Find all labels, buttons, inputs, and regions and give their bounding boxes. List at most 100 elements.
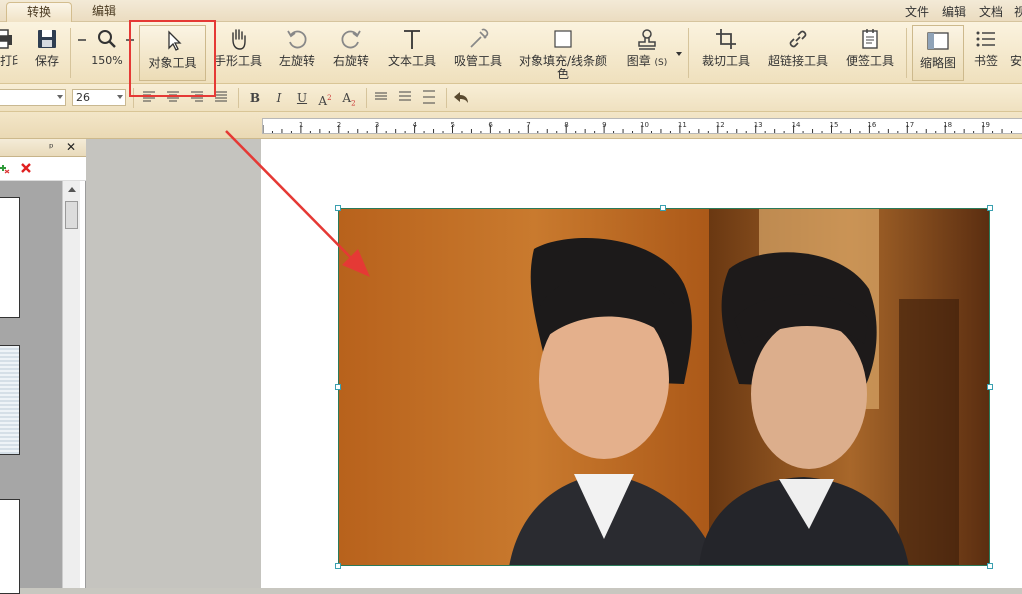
page-thumbnail[interactable]: [0, 197, 20, 318]
toolbar-separator: [366, 88, 367, 108]
superscript-mark: 2: [327, 94, 332, 102]
pin-icon[interactable]: ᵖ: [49, 141, 54, 154]
hand-tool-button[interactable]: 手形工具: [212, 22, 264, 84]
paragraph-spacing-button[interactable]: [396, 90, 414, 106]
indent-button[interactable]: [420, 90, 438, 106]
tab-bar: 转换 编辑 文件 编辑 文档 视: [0, 0, 1022, 22]
selected-image-object[interactable]: [338, 208, 990, 566]
chevron-down-icon: [117, 95, 123, 99]
text-tool-button[interactable]: 文本工具: [384, 22, 440, 84]
underline-button[interactable]: U: [293, 90, 311, 106]
line-spacing-button[interactable]: [372, 90, 390, 106]
bookmarks-icon: [973, 26, 999, 52]
lines-icon: [399, 91, 411, 101]
stamp-button[interactable]: 图章 (S): [620, 22, 674, 84]
undo-arrow-icon: [454, 92, 468, 103]
menu-document[interactable]: 文档: [979, 3, 1003, 20]
stamp-icon: [634, 26, 660, 52]
font-family-select[interactable]: [0, 89, 66, 106]
link-icon: [785, 26, 811, 52]
menu-view[interactable]: 视: [1014, 3, 1022, 20]
resize-handle-bottom-right[interactable]: [987, 563, 993, 569]
crop-icon: [713, 26, 739, 52]
print-label: 打印: [0, 55, 18, 67]
ruler-label: 7: [526, 121, 530, 129]
ruler-label: 12: [716, 121, 725, 129]
lines-icon: [423, 90, 435, 104]
close-icon[interactable]: ✕: [66, 140, 76, 154]
fill-square-icon: [550, 26, 576, 52]
toolbar-separator: [70, 28, 71, 78]
ruler-label: 18: [943, 121, 952, 129]
menu-file[interactable]: 文件: [905, 3, 929, 20]
vertical-scrollbar[interactable]: [62, 181, 80, 588]
toolbar-separator: [906, 28, 907, 78]
page-thumbnail[interactable]: [0, 499, 20, 594]
justify-icon: [215, 91, 227, 102]
minus-icon: [76, 26, 88, 52]
add-page-icon[interactable]: [0, 162, 10, 174]
italic-button[interactable]: I: [270, 90, 288, 106]
toolbar-separator: [688, 28, 689, 78]
rotate-left-button[interactable]: 左旋转: [274, 22, 320, 84]
chevron-down-icon: [676, 52, 682, 56]
printer-icon: [0, 26, 16, 52]
rotate-right-label: 右旋转: [332, 54, 369, 68]
resize-handle-top[interactable]: [660, 205, 666, 211]
toolbar-separator: [446, 88, 447, 108]
crop-tool-button[interactable]: 裁切工具: [698, 22, 754, 84]
save-icon: [34, 26, 60, 52]
delete-page-icon[interactable]: [20, 162, 32, 174]
panel-toolbar: [0, 157, 86, 181]
stamp-dropdown[interactable]: [674, 22, 684, 84]
portrait-photo: [339, 209, 989, 565]
highlight-box: [129, 20, 216, 97]
zoom-out-button[interactable]: [76, 22, 88, 84]
menu-edit[interactable]: 编辑: [942, 3, 966, 20]
stamp-label: 图章 (S): [620, 55, 674, 69]
zoom-level: 150%: [91, 54, 123, 67]
hyperlink-tool-label: 超链接工具: [767, 54, 828, 68]
save-button[interactable]: 保存: [30, 22, 64, 84]
hyperlink-tool-button[interactable]: 超链接工具: [764, 22, 832, 84]
ruler-label: 8: [564, 121, 568, 129]
resize-handle-left[interactable]: [335, 384, 341, 390]
thumbnails-button[interactable]: 缩略图: [912, 25, 964, 81]
tab-edit[interactable]: 编辑: [80, 2, 128, 22]
toolbar-separator: [238, 88, 239, 108]
thumbnails-icon: [925, 28, 951, 54]
page-thumbnail[interactable]: [0, 345, 20, 455]
undo-button[interactable]: [452, 90, 470, 106]
ruler-row: 1 2 3 4 5 6 7 8 9 10 11 12 13 14 15 16 17 18 19: [0, 112, 1022, 139]
fill-color-button[interactable]: 对象填充/线条颜色: [514, 22, 612, 84]
resize-handle-top-right[interactable]: [987, 205, 993, 211]
superscript-button[interactable]: A2: [316, 90, 334, 108]
thumbnails-label: 缩略图: [919, 56, 956, 70]
subscript-button[interactable]: A2: [340, 90, 358, 107]
text-icon: [399, 26, 425, 52]
note-icon: [857, 26, 883, 52]
scroll-up-icon[interactable]: [68, 187, 76, 192]
resize-handle-right[interactable]: [987, 384, 993, 390]
tab-convert[interactable]: 转换: [6, 2, 72, 22]
scrollbar-thumb[interactable]: [65, 201, 78, 229]
note-tool-label: 便签工具: [845, 54, 894, 68]
ruler-label: 14: [792, 121, 801, 129]
thumbnail-list: [0, 181, 62, 594]
bookmarks-label: 书签: [973, 54, 998, 68]
zoom-button[interactable]: 150%: [90, 22, 124, 84]
crop-tool-label: 裁切工具: [701, 54, 750, 68]
security-button[interactable]: 安: [1010, 22, 1022, 84]
font-size-select[interactable]: 26: [72, 89, 126, 106]
lines-icon: [375, 92, 387, 100]
eyedropper-button[interactable]: 吸管工具: [450, 22, 506, 84]
bookmarks-button[interactable]: 书签: [970, 22, 1002, 84]
font-size-value: 26: [76, 91, 90, 104]
note-tool-button[interactable]: 便签工具: [842, 22, 898, 84]
ruler-label: 11: [678, 121, 687, 129]
resize-handle-bottom-left[interactable]: [335, 563, 341, 569]
print-button[interactable]: 打印: [0, 22, 18, 84]
rotate-right-button[interactable]: 右旋转: [328, 22, 374, 84]
bold-button[interactable]: B: [246, 90, 264, 106]
ruler-label: 19: [981, 121, 990, 129]
